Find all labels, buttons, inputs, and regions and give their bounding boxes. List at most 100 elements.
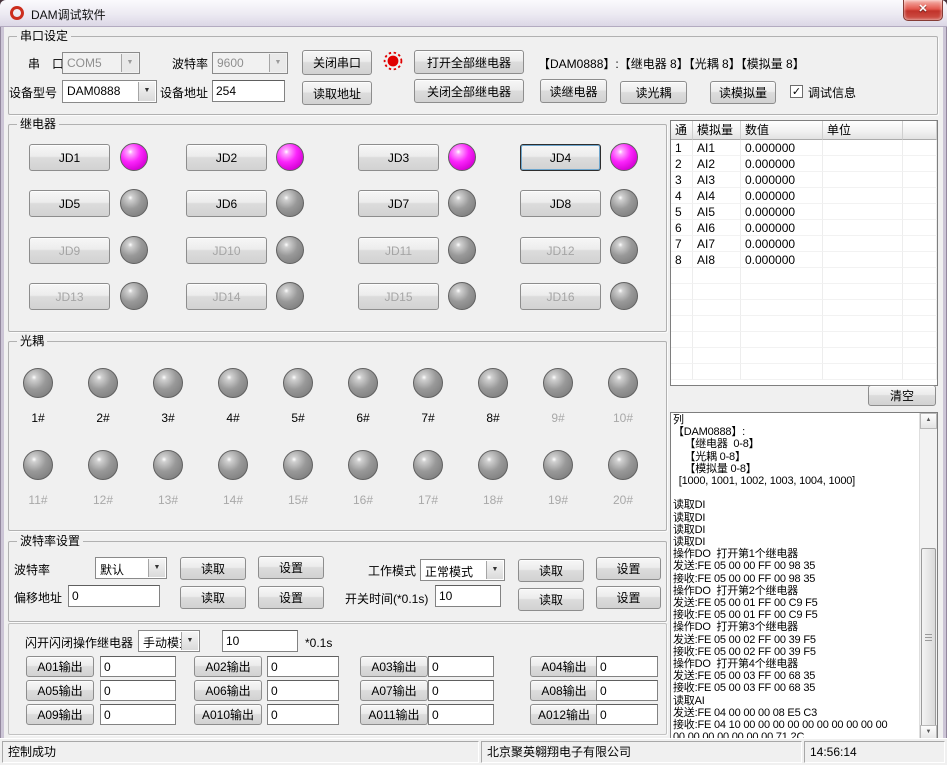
scroll-up-button[interactable]: ▲ bbox=[920, 413, 937, 429]
close-port-button[interactable]: 关闭串口 bbox=[302, 50, 372, 75]
chevron-down-icon: ▼ bbox=[148, 559, 165, 577]
read-analog-button[interactable]: 读模拟量 bbox=[710, 81, 776, 104]
relay-button-jd1[interactable]: JD1 bbox=[29, 144, 110, 171]
ao-value-input-5[interactable] bbox=[100, 680, 176, 701]
read-opto-button[interactable]: 读光耦 bbox=[620, 81, 687, 104]
switch-time-input[interactable] bbox=[435, 585, 501, 607]
analog-table-row bbox=[671, 316, 937, 332]
ao-value-input-12[interactable] bbox=[596, 704, 658, 725]
relay-button-jd5[interactable]: JD5 bbox=[29, 190, 110, 217]
ao-value-input-10[interactable] bbox=[267, 704, 339, 725]
relay-button-jd8[interactable]: JD8 bbox=[520, 190, 601, 217]
analog-table-header-cell[interactable]: 单位 bbox=[823, 121, 903, 140]
baud-set-button[interactable]: 设置 bbox=[258, 556, 324, 579]
analog-table-header-cell[interactable]: 通 bbox=[671, 121, 693, 140]
analog-table-row[interactable]: 6AI60.000000 bbox=[671, 220, 937, 236]
ao-value-input-11[interactable] bbox=[428, 704, 494, 725]
analog-table-cell bbox=[671, 268, 693, 284]
analog-table-row[interactable]: 1AI10.000000 bbox=[671, 140, 937, 156]
relay-button-jd2[interactable]: JD2 bbox=[186, 144, 267, 171]
baud-combo[interactable]: 默认 ▼ bbox=[95, 557, 167, 579]
analog-table-header-cell[interactable]: 模拟量 bbox=[693, 121, 741, 140]
opto-label-10: 10# bbox=[598, 411, 648, 425]
close-button[interactable]: ✕ bbox=[903, 0, 943, 21]
flash-mode-combo[interactable]: 手动模式 ▼ bbox=[138, 630, 200, 652]
offset-set-button[interactable]: 设置 bbox=[258, 586, 324, 609]
offset-read-button[interactable]: 读取 bbox=[180, 586, 246, 609]
analog-table-row[interactable]: 3AI30.000000 bbox=[671, 172, 937, 188]
analog-table-row[interactable]: 5AI50.000000 bbox=[671, 204, 937, 220]
switch-time-set-button[interactable]: 设置 bbox=[596, 586, 661, 609]
relay-button-jd4[interactable]: JD4 bbox=[520, 144, 601, 171]
analog-table-cell bbox=[693, 316, 741, 332]
title-bar[interactable]: DAM调试软件 ✕ bbox=[0, 0, 947, 27]
ao-value-input-2[interactable] bbox=[267, 656, 339, 677]
analog-table-cell bbox=[741, 332, 823, 348]
scrollbar-thumb[interactable] bbox=[921, 548, 936, 727]
analog-table-header-cell[interactable] bbox=[903, 121, 937, 140]
opto-label-9: 9# bbox=[533, 411, 583, 425]
work-mode-combo[interactable]: 正常模式 ▼ bbox=[420, 559, 505, 581]
analog-table[interactable]: 通模拟量数值单位1AI10.0000002AI20.0000003AI30.00… bbox=[670, 120, 938, 386]
open-all-relays-button[interactable]: 打开全部继电器 bbox=[414, 50, 524, 74]
log-scrollbar[interactable]: ▲ ▼ bbox=[919, 413, 937, 741]
close-all-relays-button[interactable]: 关闭全部继电器 bbox=[414, 79, 524, 103]
ao-value-input-3[interactable] bbox=[428, 656, 494, 677]
read-address-button[interactable]: 读取地址 bbox=[302, 81, 372, 105]
clear-log-button[interactable]: 清空 bbox=[868, 385, 936, 406]
log-panel[interactable]: 列 【DAM0888】: 【继电器 0-8】 【光耦 0-8】 【模拟量 0-8… bbox=[670, 412, 938, 742]
analog-table-cell bbox=[823, 348, 903, 364]
ao-output-button-8[interactable]: A08输出 bbox=[530, 680, 598, 701]
ao-value-input-1[interactable] bbox=[100, 656, 176, 677]
offset-address-input[interactable] bbox=[68, 585, 160, 607]
work-mode-set-button[interactable]: 设置 bbox=[596, 557, 661, 580]
ao-output-button-5[interactable]: A05输出 bbox=[26, 680, 94, 701]
ao-output-button-4[interactable]: A04输出 bbox=[530, 656, 598, 677]
analog-table-row[interactable]: 8AI80.000000 bbox=[671, 252, 937, 268]
device-address-input[interactable] bbox=[212, 80, 285, 102]
opto-light-11 bbox=[23, 450, 53, 480]
analog-table-row[interactable]: 2AI20.000000 bbox=[671, 156, 937, 172]
ao-value-input-9[interactable] bbox=[100, 704, 176, 725]
work-mode-read-button[interactable]: 读取 bbox=[518, 559, 584, 582]
ao-output-button-10[interactable]: A010输出 bbox=[194, 704, 262, 725]
flash-time-input[interactable] bbox=[222, 630, 298, 652]
analog-table-cell bbox=[741, 364, 823, 380]
ao-value-input-6[interactable] bbox=[267, 680, 339, 701]
opto-light-7 bbox=[413, 368, 443, 398]
analog-table-cell: 6 bbox=[671, 220, 693, 236]
relay-light-jd12 bbox=[610, 236, 638, 264]
ao-output-button-6[interactable]: A06输出 bbox=[194, 680, 262, 701]
analog-table-row[interactable]: 7AI70.000000 bbox=[671, 236, 937, 252]
ao-output-button-1[interactable]: A01输出 bbox=[26, 656, 94, 677]
ao-value-input-8[interactable] bbox=[596, 680, 658, 701]
read-relays-button[interactable]: 读继电器 bbox=[540, 79, 607, 103]
relay-button-jd13: JD13 bbox=[29, 283, 110, 310]
switch-time-read-button[interactable]: 读取 bbox=[518, 588, 584, 611]
status-bar: 控制成功 北京聚英翱翔电子有限公司 14:56:14 bbox=[0, 738, 947, 765]
opto-light-4 bbox=[218, 368, 248, 398]
relay-button-jd3[interactable]: JD3 bbox=[358, 144, 439, 171]
relay-button-jd7[interactable]: JD7 bbox=[358, 190, 439, 217]
device-info-text: 【DAM0888】:【继电器 8】【光耦 8】【模拟量 8】 bbox=[538, 57, 805, 71]
ao-output-button-9[interactable]: A09输出 bbox=[26, 704, 94, 725]
device-model-combo[interactable]: DAM0888 ▼ bbox=[62, 80, 157, 103]
ao-output-button-11[interactable]: A011输出 bbox=[360, 704, 428, 725]
analog-table-row[interactable]: 4AI40.000000 bbox=[671, 188, 937, 204]
relay-light-jd11 bbox=[448, 236, 476, 264]
ao-value-input-7[interactable] bbox=[428, 680, 494, 701]
analog-table-cell: AI8 bbox=[693, 252, 741, 268]
relay-light-jd7 bbox=[448, 189, 476, 217]
ao-value-input-4[interactable] bbox=[596, 656, 658, 677]
relay-button-jd16: JD16 bbox=[520, 283, 601, 310]
relay-button-jd6[interactable]: JD6 bbox=[186, 190, 267, 217]
analog-table-cell: 0.000000 bbox=[741, 204, 823, 220]
ao-output-button-12[interactable]: A012输出 bbox=[530, 704, 598, 725]
status-company: 北京聚英翱翔电子有限公司 bbox=[481, 741, 802, 763]
ao-output-button-7[interactable]: A07输出 bbox=[360, 680, 428, 701]
ao-output-button-2[interactable]: A02输出 bbox=[194, 656, 262, 677]
ao-output-button-3[interactable]: A03输出 bbox=[360, 656, 428, 677]
analog-table-header-cell[interactable]: 数值 bbox=[741, 121, 823, 140]
baud-read-button[interactable]: 读取 bbox=[180, 557, 246, 580]
debug-info-checkbox[interactable]: ✓ bbox=[790, 85, 803, 98]
